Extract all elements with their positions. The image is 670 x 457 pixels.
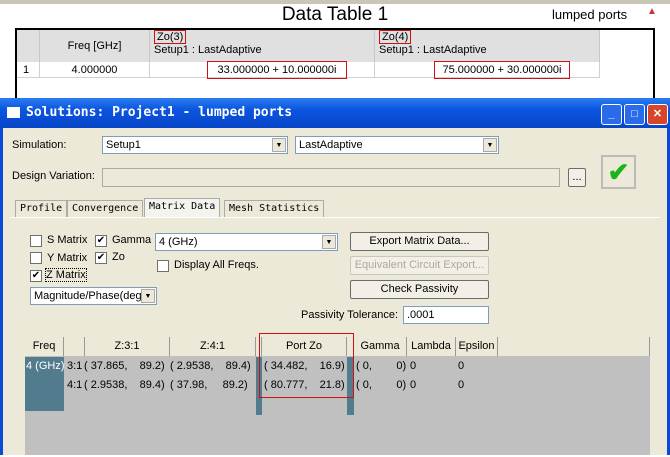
- grid-header-z31: Z:3:1: [85, 337, 170, 356]
- col-zo3: Zo(3): [154, 30, 187, 44]
- y-matrix-checkbox[interactable]: [30, 252, 42, 264]
- grid-header-blank: [64, 337, 85, 356]
- simulation-label: Simulation:: [12, 139, 67, 151]
- zo-label: Zo: [112, 251, 125, 263]
- port-zo-highlight: [259, 333, 354, 398]
- grid-header-epsilon: Epsilon: [456, 337, 498, 356]
- dialog-title: Solutions: Project1 - lumped ports: [26, 105, 293, 120]
- design-variation-field[interactable]: [102, 168, 560, 187]
- display-all-freqs-label: Display All Freqs.: [174, 259, 259, 271]
- cell-epsilon: 0: [458, 360, 465, 372]
- chevron-down-icon: ▼: [141, 289, 155, 303]
- cell-gamma: ( 0, 0): [356, 360, 407, 372]
- close-button[interactable]: ✕: [647, 104, 668, 125]
- row-label: 3:1: [67, 360, 83, 372]
- data-table: Freq [GHz] Zo(3) Setup1 : LastAdaptive Z…: [15, 28, 655, 108]
- row-label: 4:1: [67, 379, 83, 391]
- report-subtitle: lumped ports: [552, 7, 628, 22]
- gamma-checkbox[interactable]: ✔: [95, 235, 107, 247]
- cell-lambda: 0: [410, 379, 417, 391]
- tab-profile[interactable]: Profile: [15, 200, 68, 217]
- tab-convergence[interactable]: Convergence: [67, 200, 144, 217]
- gamma-label: Gamma: [112, 234, 152, 246]
- cell-freq: 4.000000: [40, 62, 150, 78]
- cell-zo4: 75.000000 + 30.000000i: [434, 61, 570, 79]
- pass-value: LastAdaptive: [299, 139, 363, 151]
- setup-select[interactable]: Setup1 ▼: [102, 136, 288, 154]
- grid-header-z41: Z:4:1: [170, 337, 256, 356]
- tab-matrix-data[interactable]: Matrix Data: [144, 198, 221, 217]
- ansoft-logo-icon: ▲: [647, 6, 657, 17]
- s-matrix-label: S Matrix: [47, 234, 88, 246]
- zo-checkbox[interactable]: ✔: [95, 252, 107, 264]
- format-value: Magnitude/Phase(deg: [34, 290, 142, 302]
- chevron-down-icon: ▼: [483, 138, 497, 152]
- minimize-button[interactable]: _: [601, 104, 622, 125]
- setup-value: Setup1: [106, 139, 141, 151]
- cell-z41: ( 2.9538, 89.4): [170, 360, 251, 372]
- window-icon: [7, 107, 20, 118]
- cell-z31: ( 2.9538, 89.4): [84, 379, 165, 391]
- s-matrix-checkbox[interactable]: [30, 235, 42, 247]
- display-all-freqs-checkbox[interactable]: [157, 260, 169, 272]
- chevron-down-icon: ▼: [272, 138, 286, 152]
- title-bar[interactable]: Solutions: Project1 - lumped ports: [0, 98, 670, 128]
- pass-select[interactable]: LastAdaptive ▼: [295, 136, 499, 154]
- grid-header-lambda: Lambda: [407, 337, 456, 356]
- freq-select[interactable]: 4 (GHz) ▼: [155, 233, 338, 251]
- cell-lambda: 0: [410, 360, 417, 372]
- cell-gamma: ( 0, 0): [356, 379, 407, 391]
- export-matrix-button[interactable]: Export Matrix Data...: [350, 232, 489, 251]
- format-select[interactable]: Magnitude/Phase(deg ▼: [30, 287, 157, 305]
- equivalent-circuit-export-button[interactable]: Equivalent Circuit Export...: [350, 256, 489, 275]
- col-freq: Freq [GHz]: [40, 30, 150, 62]
- grid-header-gamma: Gamma: [354, 337, 407, 356]
- freq-value: 4 (GHz): [159, 236, 198, 248]
- passivity-tolerance-label: Passivity Tolerance:: [301, 309, 399, 321]
- tab-mesh-statistics[interactable]: Mesh Statistics: [224, 200, 325, 217]
- chevron-down-icon: ▼: [322, 235, 336, 249]
- y-matrix-label: Y Matrix: [47, 252, 88, 264]
- cell-zo3: 33.000000 + 10.000000i: [207, 61, 347, 79]
- cell-z31: ( 37.865, 89.2): [84, 360, 165, 372]
- col-zo4: Zo(4): [379, 30, 412, 44]
- design-variation-label: Design Variation:: [12, 170, 95, 182]
- browse-button[interactable]: ...: [568, 168, 586, 187]
- z-matrix-checkbox[interactable]: ✔: [30, 270, 42, 282]
- cell-z41: ( 37.98, 89.2): [170, 379, 248, 391]
- grid-header-freq: Freq: [25, 337, 64, 356]
- ok-check-button[interactable]: ✔: [601, 155, 636, 189]
- cell-epsilon: 0: [458, 379, 465, 391]
- maximize-button[interactable]: □: [624, 104, 645, 125]
- check-passivity-button[interactable]: Check Passivity: [350, 280, 489, 299]
- z-matrix-label: Z Matrix: [45, 268, 87, 282]
- col-sub-header: Setup1 : LastAdaptive: [379, 44, 487, 56]
- grid-freq: 4 (GHz): [26, 360, 65, 372]
- passivity-tolerance-input[interactable]: .0001: [403, 306, 489, 324]
- col-sub-header: Setup1 : LastAdaptive: [154, 44, 262, 56]
- row-index: 1: [17, 62, 40, 78]
